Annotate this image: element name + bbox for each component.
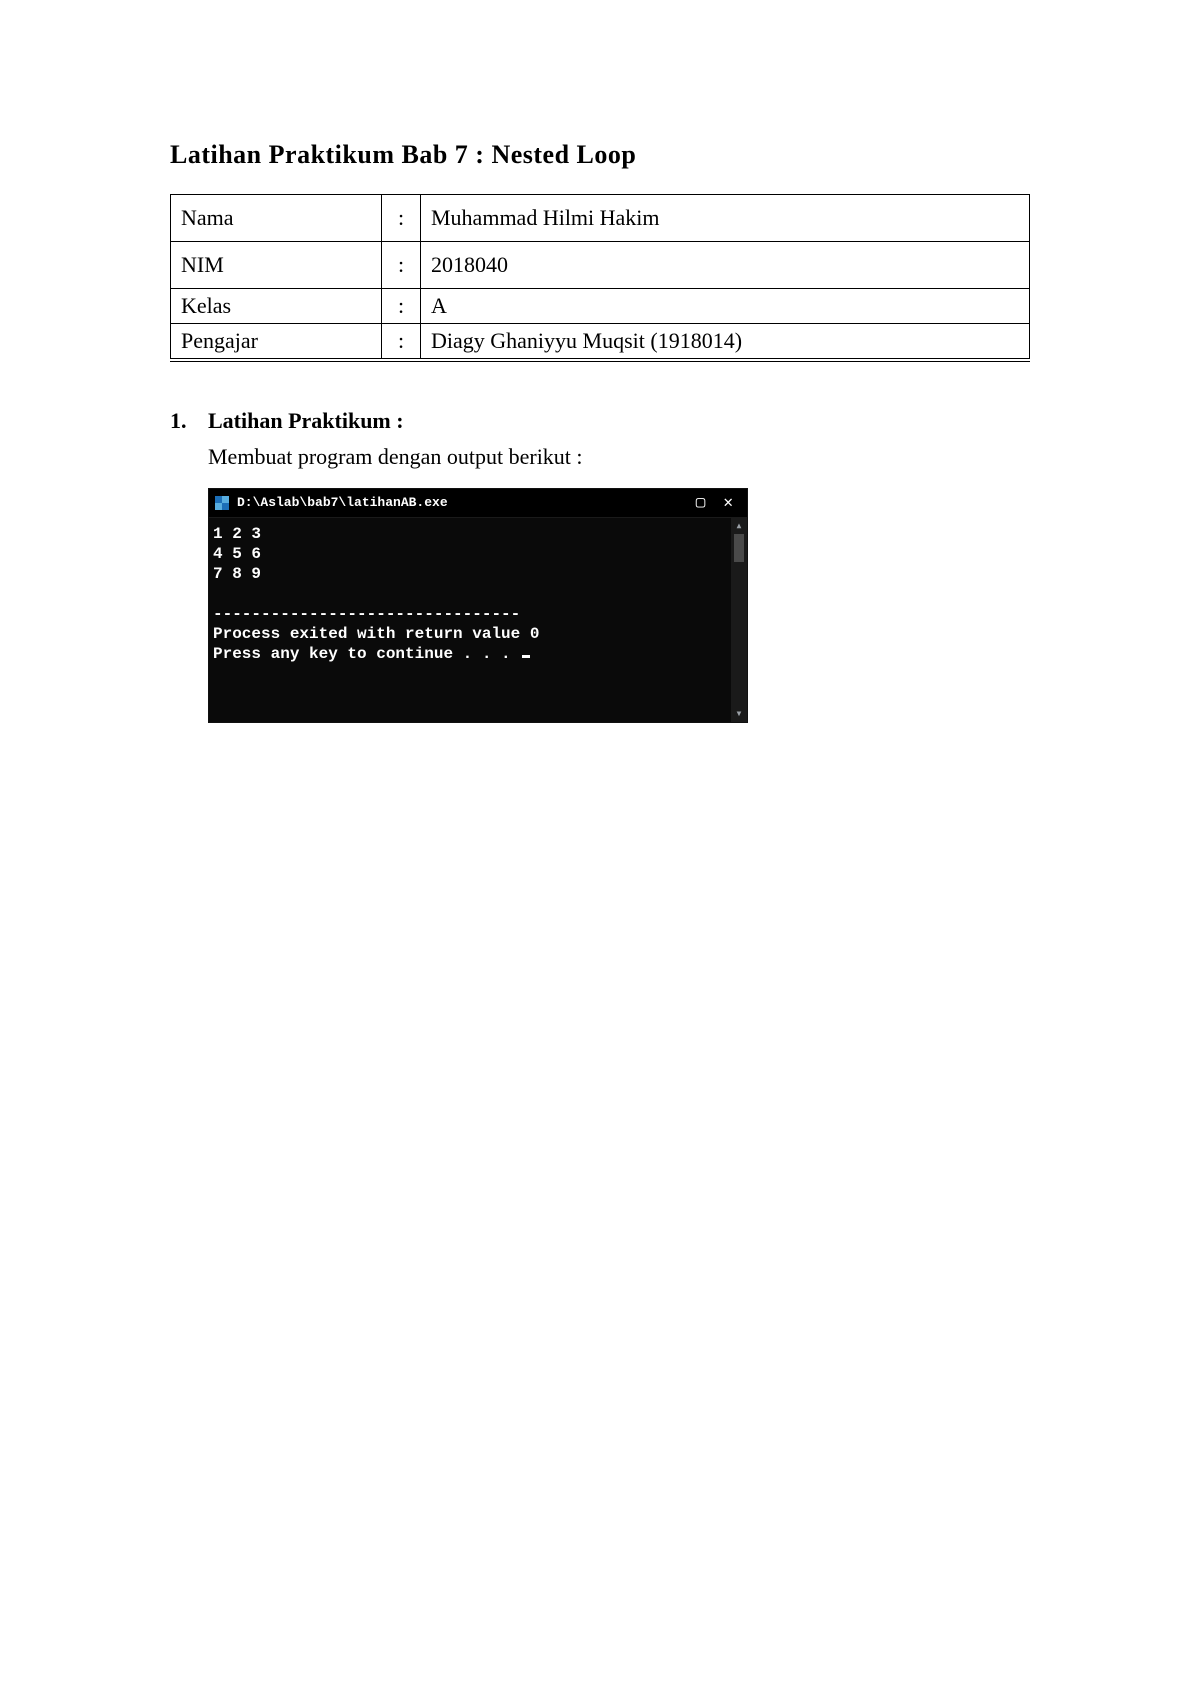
info-label: Kelas (171, 289, 382, 324)
info-table: Nama : Muhammad Hilmi Hakim NIM : 201804… (170, 194, 1030, 362)
info-value: 2018040 (421, 242, 1030, 289)
info-label: NIM (171, 242, 382, 289)
info-row-pengajar: Pengajar : Diagy Ghaniyyu Muqsit (191801… (171, 324, 1030, 361)
close-icon[interactable]: ✕ (723, 493, 733, 513)
console-line: 1 2 3 (213, 525, 261, 543)
console-line: Process exited with return value 0 (213, 625, 539, 643)
console-scrollbar[interactable]: ▴ ▾ (731, 518, 747, 722)
console-app-icon (215, 496, 229, 510)
info-colon: : (382, 242, 421, 289)
console-line: -------------------------------- (213, 605, 520, 623)
info-value: Diagy Ghaniyyu Muqsit (1918014) (421, 324, 1030, 361)
window-controls: ▢ ✕ (696, 493, 741, 513)
info-row-nama: Nama : Muhammad Hilmi Hakim (171, 195, 1030, 242)
console-cursor (522, 655, 530, 658)
info-row-nim: NIM : 2018040 (171, 242, 1030, 289)
scroll-up-icon[interactable]: ▴ (735, 520, 742, 532)
info-colon: : (382, 289, 421, 324)
console-window: D:\Aslab\bab7\latihanAB.exe ▢ ✕ 1 2 3 4 … (208, 488, 748, 723)
list-number: 1. (170, 408, 194, 723)
console-titlebar: D:\Aslab\bab7\latihanAB.exe ▢ ✕ (209, 489, 747, 518)
page-title: Latihan Praktikum Bab 7 : Nested Loop (170, 140, 1030, 170)
info-colon: : (382, 324, 421, 361)
console-line: 4 5 6 (213, 545, 261, 563)
info-value: A (421, 289, 1030, 324)
console-line: 7 8 9 (213, 565, 261, 583)
info-row-kelas: Kelas : A (171, 289, 1030, 324)
info-colon: : (382, 195, 421, 242)
console-line: Press any key to continue . . . (213, 645, 520, 663)
scroll-thumb[interactable] (734, 534, 744, 562)
section-latihan: 1. Latihan Praktikum : Membuat program d… (170, 408, 1030, 723)
console-title: D:\Aslab\bab7\latihanAB.exe (237, 495, 696, 511)
section-heading: Latihan Praktikum : (208, 408, 1030, 434)
section-description: Membuat program dengan output berikut : (208, 444, 1030, 470)
info-label: Pengajar (171, 324, 382, 361)
info-value: Muhammad Hilmi Hakim (421, 195, 1030, 242)
console-output: 1 2 3 4 5 6 7 8 9 ----------------------… (209, 518, 731, 722)
scroll-down-icon[interactable]: ▾ (735, 708, 742, 720)
maximize-icon[interactable]: ▢ (696, 493, 706, 513)
info-label: Nama (171, 195, 382, 242)
